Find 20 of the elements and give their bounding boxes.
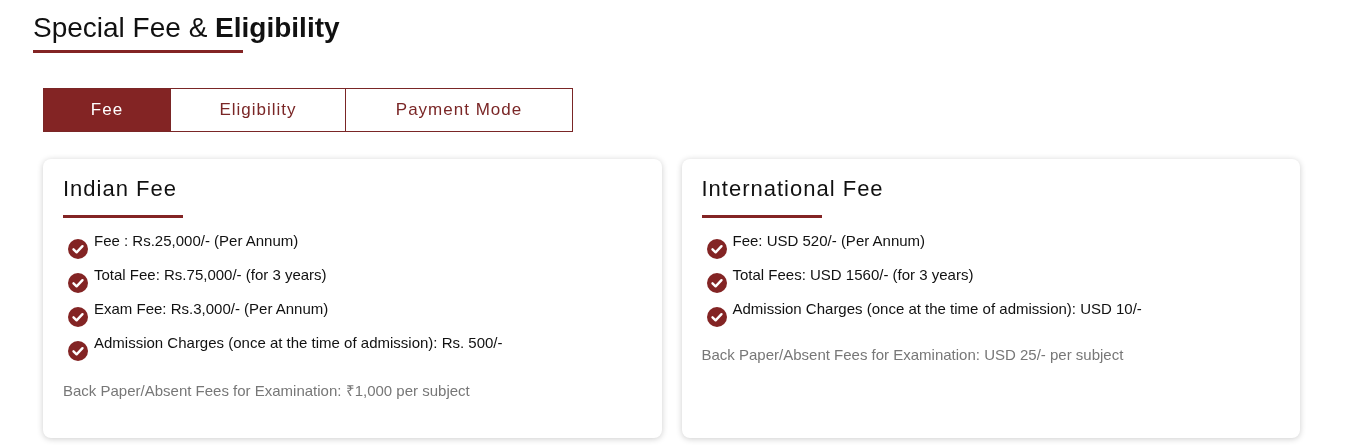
fee-item-text: Total Fee: Rs.75,000/- (for 3 years) xyxy=(94,266,327,283)
fee-item-text: Total Fees: USD 1560/- (for 3 years) xyxy=(732,266,974,283)
check-circle-icon xyxy=(706,239,727,259)
fee-note: Back Paper/Absent Fees for Examination: ₹1,000 per subject xyxy=(63,381,471,400)
check-circle-icon xyxy=(68,239,88,259)
fee-item-text: Exam Fee: Rs.3,000/- (Per Annum) xyxy=(94,300,329,317)
check-circle-icon xyxy=(706,273,727,293)
fee-note: Back Paper/Absent Fees for Examination: USD 25/- per subject xyxy=(701,346,1125,363)
fee-item-text: Fee : Rs.25,000/- (Per Annum) xyxy=(94,232,299,249)
fee-item-text: Admission Charges (once at the time of admission): USD 10/- xyxy=(732,300,1142,317)
check-circle-icon xyxy=(68,273,88,293)
check-circle-icon xyxy=(68,341,88,361)
section-heading: Special Fee & Eligibility xyxy=(33,11,341,45)
tab[interactable]: Fee xyxy=(44,89,170,131)
card-title: Indian Fee xyxy=(63,175,178,203)
fee-item-text: Admission Charges (once at the time of admission): Rs. 500/- xyxy=(94,334,503,351)
check-circle-icon xyxy=(68,307,88,327)
card-title: International Fee xyxy=(701,175,885,203)
fee-item-text: Fee: USD 520/- (Per Annum) xyxy=(732,232,926,249)
check-circle-icon xyxy=(706,307,727,327)
